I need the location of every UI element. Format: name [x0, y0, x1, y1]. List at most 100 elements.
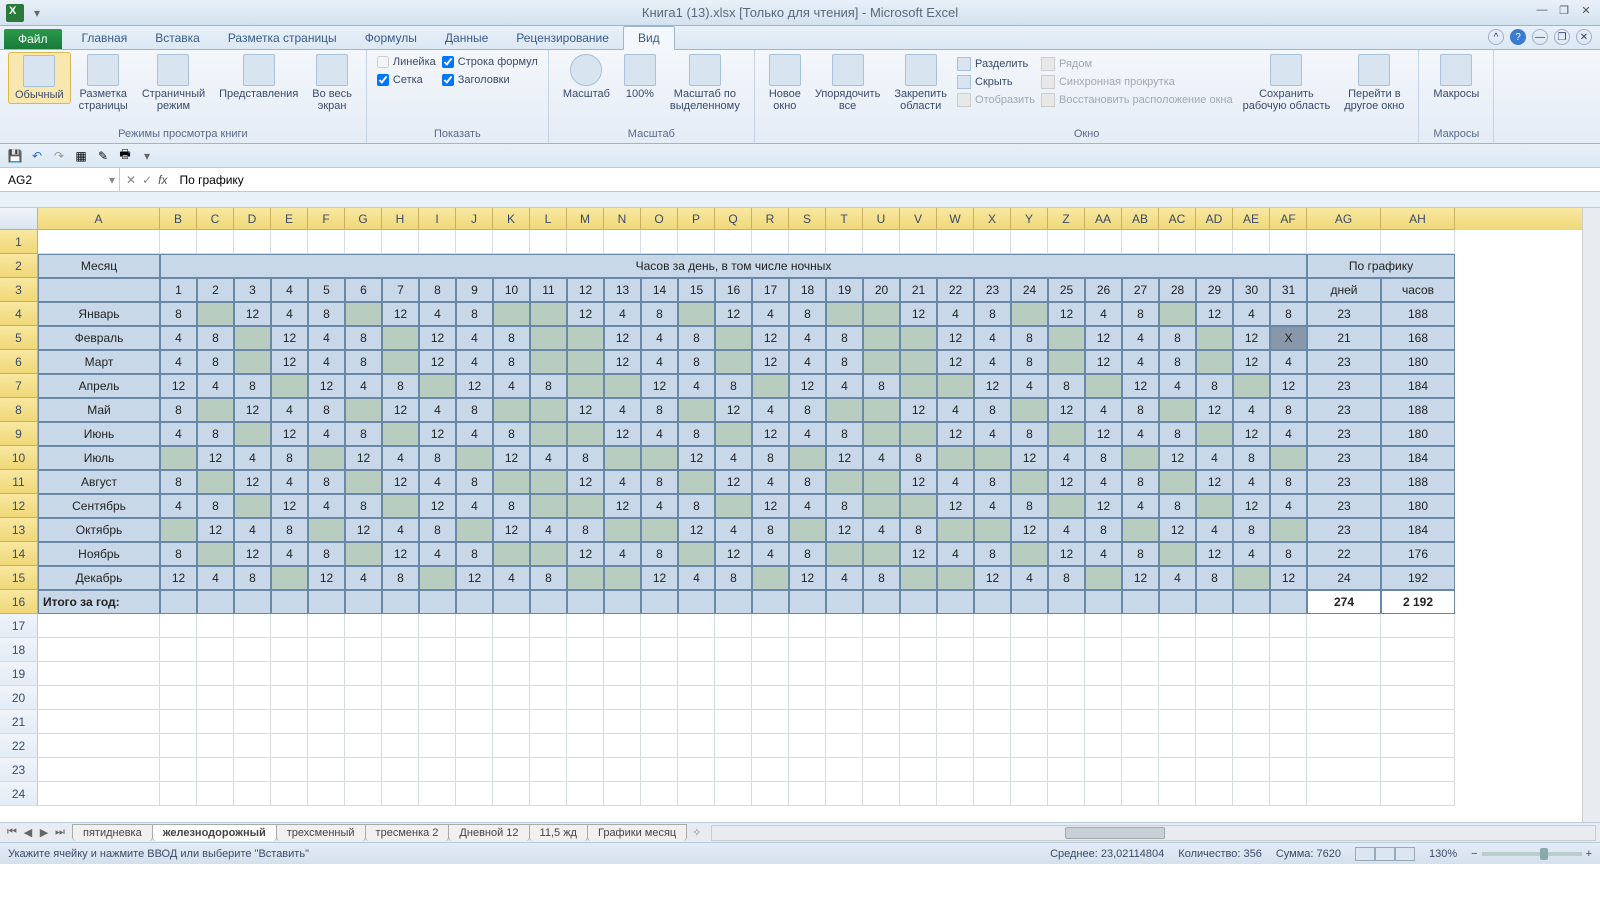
cell-21-AD[interactable] — [1196, 710, 1233, 734]
cell-17-Z[interactable] — [1048, 614, 1085, 638]
cell-21-V[interactable] — [900, 710, 937, 734]
header-day-12[interactable]: 12 — [567, 278, 604, 302]
cell-22-Q[interactable] — [715, 734, 752, 758]
cell-22-AA[interactable] — [1085, 734, 1122, 758]
qat-icon-1[interactable]: ▦ — [72, 147, 90, 165]
cell-21-AC[interactable] — [1159, 710, 1196, 734]
cell-Май-28[interactable] — [1159, 398, 1196, 422]
cell-21-U[interactable] — [863, 710, 900, 734]
cell-1-AB[interactable] — [1122, 230, 1159, 254]
header-graph[interactable]: По графику — [1307, 254, 1455, 278]
col-header-R[interactable]: R — [752, 208, 789, 230]
row-header-11[interactable]: 11 — [0, 470, 38, 494]
cell-24-G[interactable] — [345, 782, 382, 806]
tab-home[interactable]: Главная — [68, 27, 142, 49]
col-header-B[interactable]: B — [160, 208, 197, 230]
cell-Апрель-10[interactable]: 4 — [493, 374, 530, 398]
zoom-slider[interactable]: −+ — [1471, 848, 1592, 860]
cell-Декабрь-15[interactable]: 4 — [678, 566, 715, 590]
days-11[interactable]: 24 — [1307, 566, 1381, 590]
cell-21-W[interactable] — [937, 710, 974, 734]
col-header-F[interactable]: F — [308, 208, 345, 230]
cell-Март-18[interactable]: 4 — [789, 350, 826, 374]
col-header-AA[interactable]: AA — [1085, 208, 1122, 230]
header-month-blank[interactable] — [38, 278, 160, 302]
cell-19-R[interactable] — [752, 662, 789, 686]
new-window-button[interactable]: Новое окно — [763, 52, 807, 114]
cell-Июль-30[interactable]: 8 — [1233, 446, 1270, 470]
col-header-AF[interactable]: AF — [1270, 208, 1307, 230]
cell-21-I[interactable] — [419, 710, 456, 734]
cell-19-U[interactable] — [863, 662, 900, 686]
cell-21-G[interactable] — [345, 710, 382, 734]
cell-Ноябрь-15[interactable] — [678, 542, 715, 566]
cell-20-W[interactable] — [937, 686, 974, 710]
row-header-6[interactable]: 6 — [0, 350, 38, 374]
reset-position-button[interactable]: Восстановить расположение окна — [1039, 92, 1235, 108]
cell-23-P[interactable] — [678, 758, 715, 782]
cell-Июнь-18[interactable]: 4 — [789, 422, 826, 446]
cell-Июль-17[interactable]: 8 — [752, 446, 789, 470]
month-2[interactable]: Март — [38, 350, 160, 374]
cell-Апрель-18[interactable]: 12 — [789, 374, 826, 398]
cell-Март-26[interactable]: 12 — [1085, 350, 1122, 374]
cell-17-AE[interactable] — [1233, 614, 1270, 638]
cell-21-N[interactable] — [604, 710, 641, 734]
cell-Декабрь-12[interactable] — [567, 566, 604, 590]
cell-Февраль-4[interactable]: 12 — [271, 326, 308, 350]
macros-button[interactable]: Макросы — [1427, 52, 1485, 102]
cell-Июль-16[interactable]: 4 — [715, 446, 752, 470]
cell-Январь-5[interactable]: 8 — [308, 302, 345, 326]
header-day-30[interactable]: 30 — [1233, 278, 1270, 302]
cell-18-S[interactable] — [789, 638, 826, 662]
cell-21-AE[interactable] — [1233, 710, 1270, 734]
header-day-25[interactable]: 25 — [1048, 278, 1085, 302]
cell-Июнь-5[interactable]: 4 — [308, 422, 345, 446]
cell-19-C[interactable] — [197, 662, 234, 686]
cell-Апрель-12[interactable] — [567, 374, 604, 398]
cell-20-K[interactable] — [493, 686, 530, 710]
cell-Апрель-14[interactable]: 12 — [641, 374, 678, 398]
cell-Июнь-22[interactable]: 12 — [937, 422, 974, 446]
cell-19-AG[interactable] — [1307, 662, 1381, 686]
cell-Февраль-2[interactable]: 8 — [197, 326, 234, 350]
cell-Октябрь-16[interactable]: 4 — [715, 518, 752, 542]
cell-1-Z[interactable] — [1048, 230, 1085, 254]
total-blank-11[interactable] — [567, 590, 604, 614]
cell-Апрель-31[interactable]: 12 — [1270, 374, 1307, 398]
cell-18-N[interactable] — [604, 638, 641, 662]
cell-24-AF[interactable] — [1270, 782, 1307, 806]
cell-24-AE[interactable] — [1233, 782, 1270, 806]
cell-Ноябрь-2[interactable] — [197, 542, 234, 566]
cell-Май-2[interactable] — [197, 398, 234, 422]
cell-22-X[interactable] — [974, 734, 1011, 758]
cell-Ноябрь-31[interactable]: 8 — [1270, 542, 1307, 566]
cell-Март-28[interactable]: 8 — [1159, 350, 1196, 374]
header-day-1[interactable]: 1 — [160, 278, 197, 302]
cell-17-Q[interactable] — [715, 614, 752, 638]
cell-Июль-1[interactable] — [160, 446, 197, 470]
cell-Август-27[interactable]: 8 — [1122, 470, 1159, 494]
cell-Март-8[interactable]: 12 — [419, 350, 456, 374]
total-hours[interactable]: 2 192 — [1381, 590, 1455, 614]
cell-Декабрь-17[interactable] — [752, 566, 789, 590]
cell-Октябрь-10[interactable]: 12 — [493, 518, 530, 542]
total-blank-17[interactable] — [789, 590, 826, 614]
col-header-E[interactable]: E — [271, 208, 308, 230]
row-header-16[interactable]: 16 — [0, 590, 38, 614]
cell-Август-1[interactable]: 8 — [160, 470, 197, 494]
cell-Апрель-16[interactable]: 8 — [715, 374, 752, 398]
cell-Май-12[interactable]: 12 — [567, 398, 604, 422]
cell-Апрель-9[interactable]: 12 — [456, 374, 493, 398]
header-day-28[interactable]: 28 — [1159, 278, 1196, 302]
cell-Январь-24[interactable] — [1011, 302, 1048, 326]
cell-18-T[interactable] — [826, 638, 863, 662]
cell-18-U[interactable] — [863, 638, 900, 662]
cell-Июнь-14[interactable]: 4 — [641, 422, 678, 446]
cell-Январь-7[interactable]: 12 — [382, 302, 419, 326]
cell-Декабрь-31[interactable]: 12 — [1270, 566, 1307, 590]
cell-24-Y[interactable] — [1011, 782, 1048, 806]
header-day-8[interactable]: 8 — [419, 278, 456, 302]
cell-22-C[interactable] — [197, 734, 234, 758]
cell-Февраль-29[interactable] — [1196, 326, 1233, 350]
